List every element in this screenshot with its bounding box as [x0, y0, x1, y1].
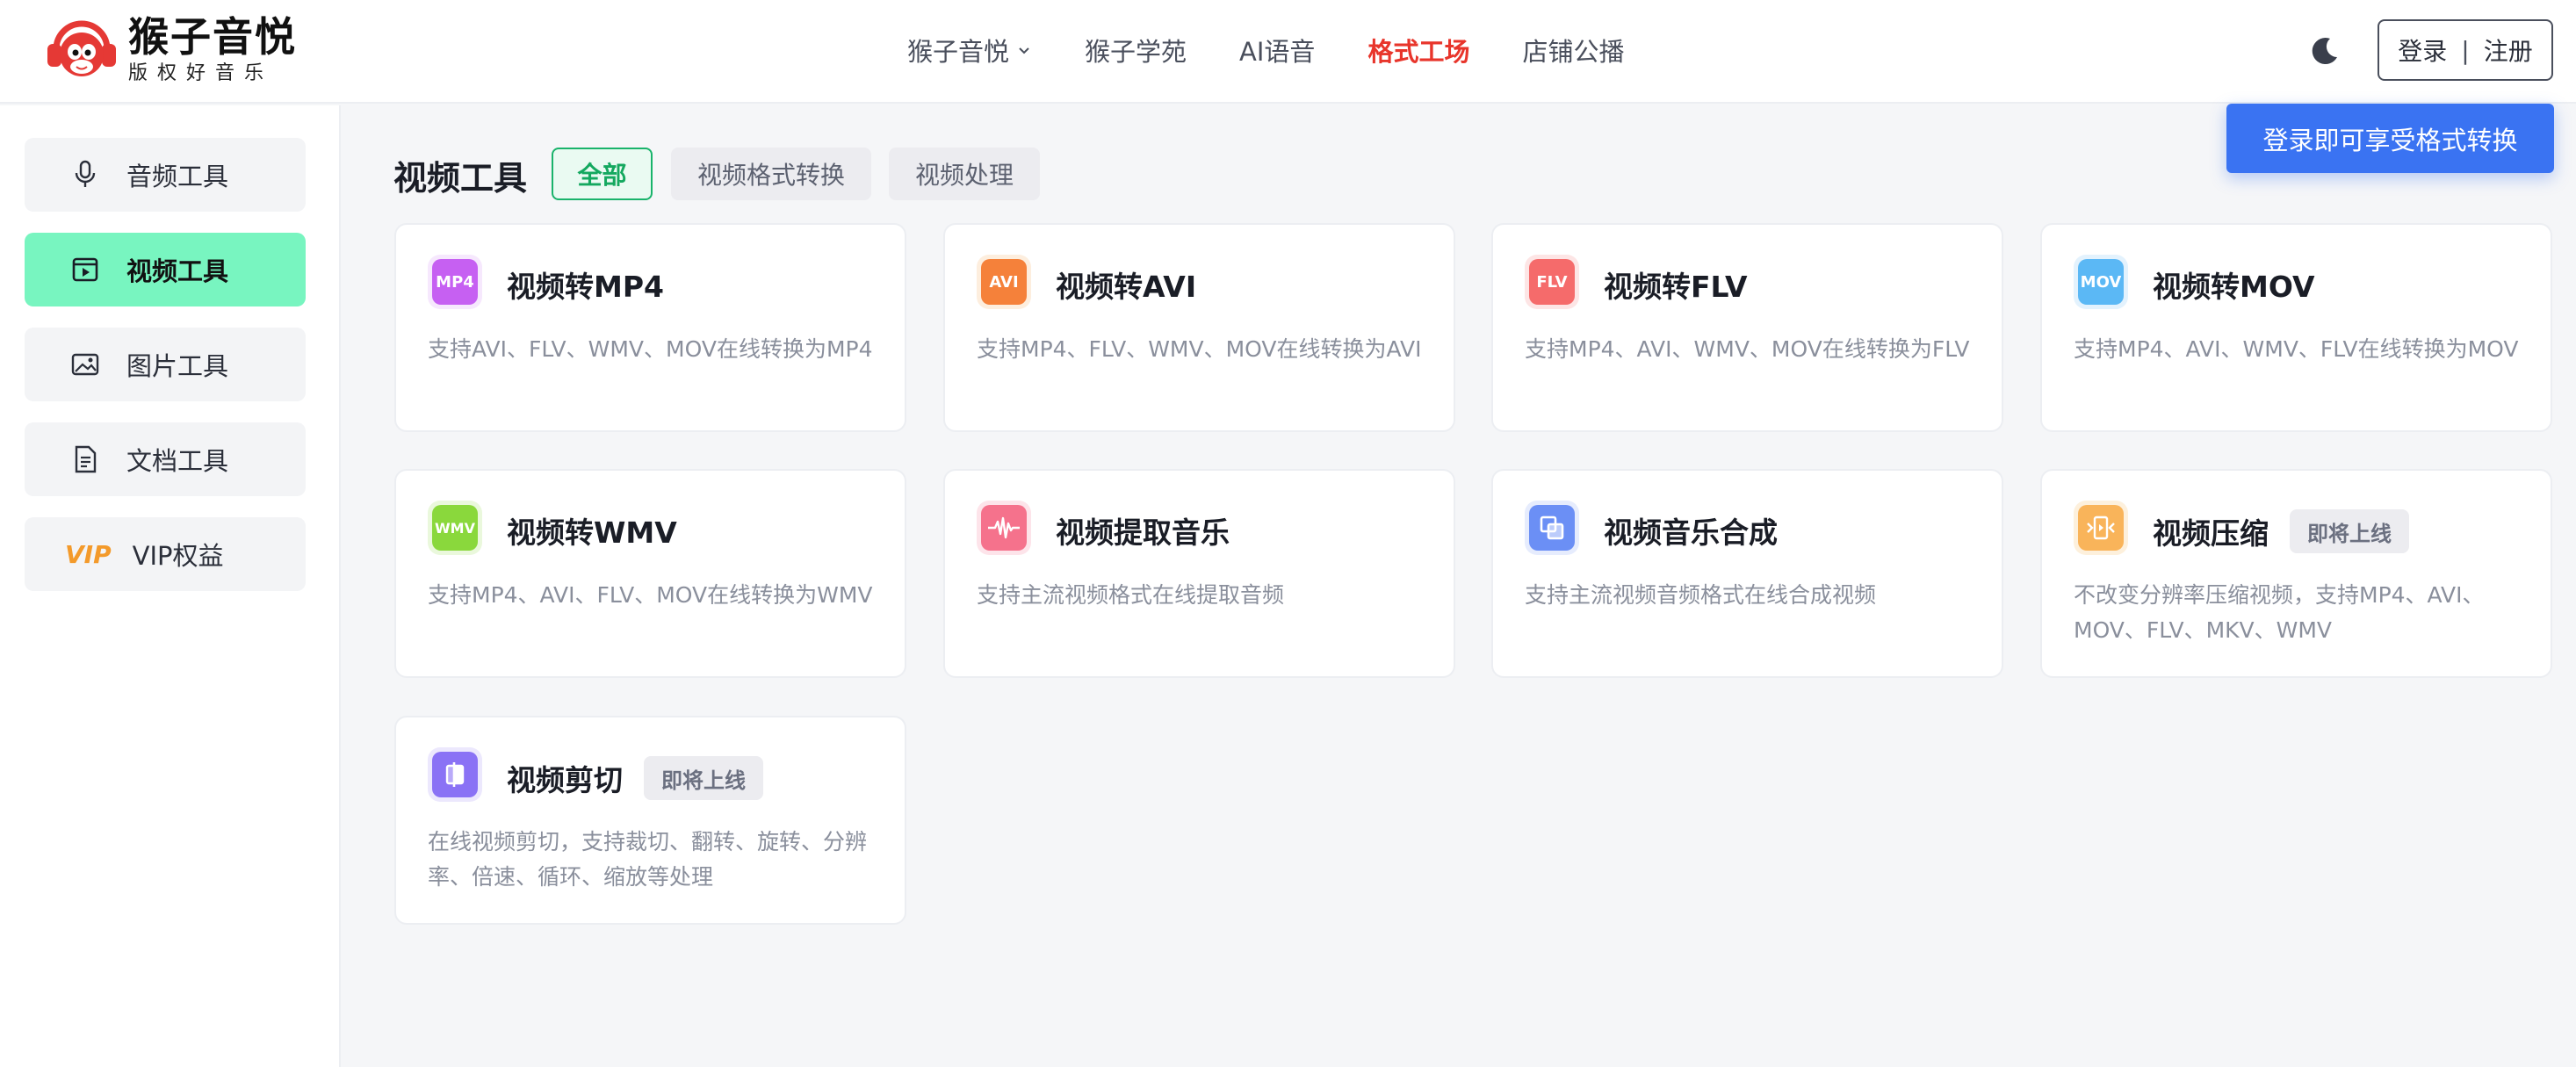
- document-icon: [70, 444, 100, 474]
- nav-item-ai-voice[interactable]: AI语音: [1239, 32, 1315, 68]
- sidebar-item-document-tools[interactable]: 文档工具: [25, 422, 306, 496]
- tool-card-video-compress[interactable]: 视频压缩 即将上线 不改变分辨率压缩视频，支持MP4、AVI、MOV、FLV、M…: [2040, 469, 2552, 678]
- tool-card-video-to-avi[interactable]: AVI 视频转AVI 支持MP4、FLV、WMV、MOV在线转换为AVI: [943, 223, 1455, 432]
- tool-card-video-audio-merge[interactable]: 视频音乐合成 支持主流视频音频格式在线合成视频: [1491, 469, 2003, 678]
- sidebar: 音频工具 视频工具 图片工具 文档工具 VIP VIP权益: [0, 105, 341, 1067]
- card-title: 视频转FLV: [1604, 270, 1748, 304]
- dark-mode-toggle[interactable]: [2307, 33, 2342, 68]
- icon-text: AVI: [981, 259, 1027, 305]
- card-title: 视频提取音乐: [1056, 515, 1230, 550]
- card-description: 支持MP4、AVI、WMV、FLV在线转换为MOV: [2074, 336, 2519, 362]
- nav-item-label: AI语音: [1239, 37, 1316, 67]
- nav-item-store-broadcast[interactable]: 店铺公播: [1522, 32, 1624, 68]
- login-tooltip[interactable]: 登录即可享受格式转换: [2226, 104, 2554, 173]
- avi-icon: AVI: [977, 255, 1031, 309]
- tool-card-extract-audio[interactable]: 视频提取音乐 支持主流视频格式在线提取音频: [943, 469, 1455, 678]
- tool-card-video-to-flv[interactable]: FLV 视频转FLV 支持MP4、AVI、WMV、MOV在线转换为FLV: [1491, 223, 2003, 432]
- wmv-icon: WMV: [428, 501, 482, 555]
- sidebar-item-label: 音频工具: [126, 162, 229, 191]
- monkey-logo-icon: [44, 12, 119, 88]
- coming-soon-badge: 即将上线: [2290, 509, 2409, 553]
- image-icon: [70, 350, 100, 379]
- microphone-icon: [70, 160, 100, 190]
- filter-tab-video-processing[interactable]: 视频处理: [889, 148, 1040, 200]
- card-description: 支持MP4、AVI、WMV、MOV在线转换为FLV: [1525, 336, 1970, 362]
- auth-divider: |: [2461, 35, 2470, 65]
- sidebar-item-label: VIP权益: [132, 541, 224, 571]
- filter-tab-all[interactable]: 全部: [552, 148, 653, 200]
- mov-icon: MOV: [2074, 255, 2128, 309]
- nav-item-label: 格式工场: [1367, 37, 1470, 67]
- nav-item-format-factory[interactable]: 格式工场: [1367, 32, 1469, 68]
- card-description: 不改变分辨率压缩视频，支持MP4、AVI、MOV、FLV、MKV、WMV: [2074, 582, 2485, 643]
- sidebar-item-audio-tools[interactable]: 音频工具: [25, 138, 306, 212]
- nav-item-label: 店铺公播: [1522, 37, 1625, 67]
- icon-text: FLV: [1529, 259, 1575, 305]
- sidebar-item-label: 图片工具: [126, 351, 229, 381]
- vip-icon: VIP: [65, 539, 112, 569]
- card-description: 支持主流视频格式在线提取音频: [977, 582, 1285, 608]
- chevron-down-icon: [1019, 47, 1029, 54]
- tool-card-video-to-wmv[interactable]: WMV 视频转WMV 支持MP4、AVI、FLV、MOV在线转换为WMV: [394, 469, 906, 678]
- auth-box: 登录 | 注册: [2378, 19, 2553, 81]
- nav-item-houzi-xueyuan[interactable]: 猴子学苑: [1085, 32, 1187, 68]
- brand-title: 猴子音悦: [128, 13, 297, 61]
- tool-card-video-to-mov[interactable]: MOV 视频转MOV 支持MP4、AVI、WMV、FLV在线转换为MOV: [2040, 223, 2552, 432]
- icon-text: WMV: [432, 505, 478, 551]
- register-button[interactable]: 注册: [2484, 32, 2533, 68]
- login-button[interactable]: 登录: [2398, 32, 2447, 68]
- sidebar-item-label: 视频工具: [126, 256, 229, 286]
- card-title: 视频转WMV: [507, 515, 677, 550]
- scissors-icon: [428, 747, 482, 802]
- card-title: 视频剪切: [507, 763, 623, 797]
- icon-text: MP4: [432, 259, 478, 305]
- sidebar-item-image-tools[interactable]: 图片工具: [25, 328, 306, 401]
- card-title: 视频压缩: [2153, 516, 2269, 551]
- filter-tab-video-format-conversion[interactable]: 视频格式转换: [671, 148, 871, 200]
- nav-item-houzi-yinyue[interactable]: 猴子音悦: [907, 32, 1032, 68]
- card-title: 视频音乐合成: [1604, 515, 1778, 550]
- card-title: 视频转MP4: [507, 270, 664, 304]
- card-description: 支持MP4、AVI、FLV、MOV在线转换为WMV: [428, 582, 873, 608]
- tool-card-video-to-mp4[interactable]: MP4 视频转MP4 支持AVI、FLV、WMV、MOV在线转换为MP4: [394, 223, 906, 432]
- card-description: 在线视频剪切，支持裁切、翻转、旋转、分辨率、倍速、循环、缩放等处理: [428, 829, 868, 890]
- brand-subtitle: 版权好音乐: [128, 62, 274, 84]
- sidebar-item-label: 文档工具: [126, 446, 229, 476]
- card-description: 支持MP4、FLV、WMV、MOV在线转换为AVI: [977, 336, 1422, 362]
- video-icon: [70, 255, 100, 285]
- nav-item-label: 猴子音悦: [907, 37, 1010, 67]
- flv-icon: FLV: [1525, 255, 1579, 309]
- sidebar-item-video-tools[interactable]: 视频工具: [25, 233, 306, 306]
- compress-icon: [2074, 501, 2128, 555]
- merge-icon: [1525, 501, 1579, 555]
- card-title: 视频转MOV: [2153, 270, 2315, 304]
- page-title: 视频工具: [393, 159, 528, 198]
- moon-icon: [2312, 38, 2337, 65]
- card-title: 视频转AVI: [1056, 270, 1197, 304]
- card-description: 支持主流视频音频格式在线合成视频: [1525, 582, 1877, 608]
- waveform-icon: [977, 501, 1031, 555]
- card-description: 支持AVI、FLV、WMV、MOV在线转换为MP4: [428, 336, 873, 362]
- mp4-icon: MP4: [428, 255, 482, 309]
- sidebar-item-vip-benefits[interactable]: VIP VIP权益: [25, 517, 306, 591]
- brand-logo[interactable]: 猴子音悦 版权好音乐: [44, 12, 297, 88]
- top-header: 猴子音悦 版权好音乐 猴子音悦 猴子学苑 AI语音 格式工场 店铺公播 登录 |: [0, 0, 2576, 104]
- nav-item-label: 猴子学苑: [1085, 37, 1187, 67]
- tool-card-video-cut[interactable]: 视频剪切 即将上线 在线视频剪切，支持裁切、翻转、旋转、分辨率、倍速、循环、缩放…: [394, 716, 906, 925]
- main-nav: 猴子音悦 猴子学苑 AI语音 格式工场 店铺公播: [907, 32, 1677, 68]
- icon-text: MOV: [2078, 259, 2124, 305]
- coming-soon-badge: 即将上线: [644, 756, 763, 800]
